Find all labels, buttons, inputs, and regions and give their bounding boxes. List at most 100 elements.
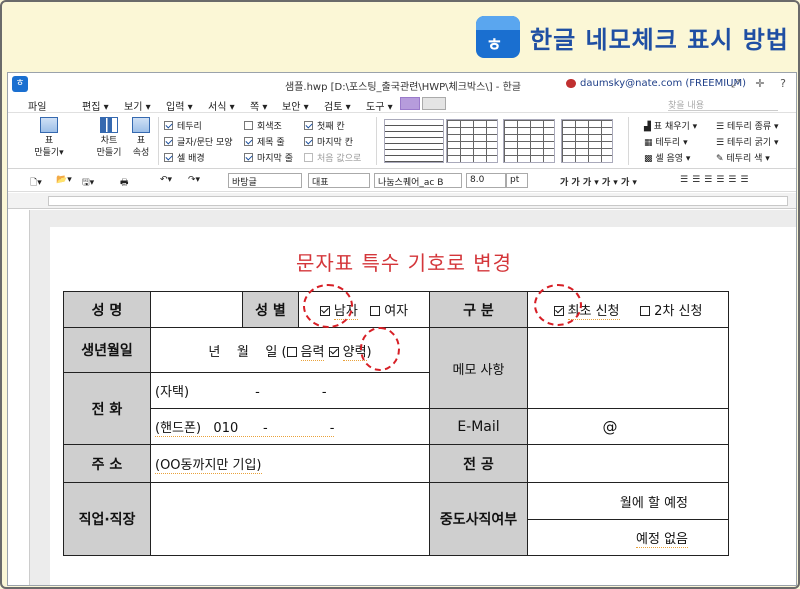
menu-view[interactable]: 보기 ▾ <box>124 98 151 113</box>
table-properties-icon <box>132 117 150 133</box>
window-controls[interactable]: ⤢ ✛ ? <box>731 77 792 91</box>
fill-table-button[interactable]: ▟ 표 채우기 ▾ <box>644 119 697 132</box>
reset-icon <box>304 153 313 162</box>
account-email[interactable]: daumsky@nate.com (FREEMIUM) <box>580 78 746 89</box>
option-last-col[interactable]: 마지막 칸 <box>304 135 353 148</box>
dropout-planned-cell[interactable]: 월에 할 예정 <box>527 482 729 520</box>
font-unit-select[interactable]: pt <box>506 173 528 188</box>
checked-box-icon[interactable] <box>328 346 339 357</box>
border-width-label: 테두리 굵기 ▾ <box>726 138 779 148</box>
checkbox-icon <box>304 137 313 146</box>
name-cell[interactable] <box>150 291 243 328</box>
account-icon[interactable] <box>566 79 576 88</box>
empty-box-icon[interactable] <box>286 346 297 357</box>
align-buttons[interactable]: ☰☰☰☰☰☰ <box>680 175 752 185</box>
job-cell[interactable] <box>150 482 430 556</box>
font-size-input[interactable]: 8.0 <box>466 173 506 188</box>
open-folder-icon[interactable]: 📂▾ <box>56 175 72 185</box>
dropout-none-text: 예정 없음 <box>636 532 688 548</box>
menu-file[interactable]: 파일 <box>28 98 46 113</box>
menu-tools[interactable]: 도구 ▾ <box>366 98 393 113</box>
menu-format[interactable]: 서식 ▾ <box>208 98 235 113</box>
border-width-icon: ☰ <box>716 138 727 148</box>
style-select[interactable]: 바탕글 <box>228 173 302 188</box>
ribbon: 표 만들기▾ 차트 만들기 표 속성 테두리 글자/문단 모양 셀 배경 회색조… <box>8 113 796 169</box>
ruler-scale <box>48 196 788 206</box>
address-label: 주 소 <box>63 444 151 483</box>
dropout-none-cell[interactable]: 예정 없음 <box>527 519 729 556</box>
option-header-row[interactable]: 제목 줄 <box>244 135 285 148</box>
major-cell[interactable] <box>527 444 729 483</box>
option-first-col[interactable]: 첫째 칸 <box>304 119 345 132</box>
table-style-4[interactable] <box>561 119 613 163</box>
ribbon-separator <box>158 117 159 165</box>
banner-title: 한글 네모체크 표시 방법 <box>530 26 789 54</box>
shade-icon: ▩ <box>644 154 656 164</box>
border-button[interactable]: ▦ 테두리 ▾ <box>644 135 688 148</box>
make-chart-label: 차트 만들기 <box>96 136 122 158</box>
undo-icon[interactable]: ↶▾ <box>160 175 172 185</box>
cell-shade-label: 셀 음영 ▾ <box>655 154 691 164</box>
female-option: 여자 <box>384 304 409 319</box>
email-cell[interactable]: @ <box>527 408 729 445</box>
cell-phone-cell[interactable]: (핸드폰) 010 - - <box>150 408 430 445</box>
save-icon[interactable]: 🖫▾ <box>82 175 94 191</box>
empty-box-icon[interactable] <box>370 306 381 316</box>
memo-label: 메모 사항 <box>429 327 528 409</box>
font-select[interactable]: 나눔스퀘어_ac B <box>374 173 462 188</box>
lunar-option: 음력 <box>300 344 325 361</box>
checkbox-icon <box>164 121 173 130</box>
table-style-2[interactable] <box>446 119 498 163</box>
menu-insert[interactable]: 입력 ▾ <box>166 98 193 113</box>
vertical-ruler[interactable] <box>16 210 30 585</box>
option-label: 제목 줄 <box>257 138 285 148</box>
language-select[interactable]: 대표 <box>308 173 370 188</box>
table-properties-button[interactable]: 표 속성 <box>126 117 156 159</box>
find-input[interactable]: 찾을 내용 <box>668 98 778 111</box>
border-icon: ▦ <box>644 138 656 148</box>
highlight-circle-solar <box>360 327 400 371</box>
checkbox-icon <box>244 137 253 146</box>
border-label: 테두리 ▾ <box>655 138 688 148</box>
address-cell[interactable]: (OO동까지만 기입) <box>150 444 430 483</box>
table-layout-tab-icon[interactable] <box>422 97 446 110</box>
print-icon[interactable]: 🖶 <box>120 175 129 191</box>
empty-box-icon[interactable] <box>640 306 651 316</box>
option-cell-bg[interactable]: 셀 배경 <box>164 151 205 164</box>
option-char-para[interactable]: 글자/문단 모양 <box>164 135 233 148</box>
border-width-button[interactable]: ☰ 테두리 굵기 ▾ <box>716 135 779 148</box>
option-grayscale[interactable]: 회색조 <box>244 119 282 132</box>
border-color-label: 테두리 색 ▾ <box>726 154 770 164</box>
border-color-button[interactable]: ✎ 테두리 색 ▾ <box>716 151 770 164</box>
memo-cell[interactable] <box>527 327 729 409</box>
option-border[interactable]: 테두리 <box>164 119 202 132</box>
menu-edit[interactable]: 편집 ▾ <box>82 98 109 113</box>
birthdate-text: 년 월 일 ( <box>208 344 287 360</box>
new-doc-icon[interactable]: 🗋▾ <box>30 175 42 191</box>
make-table-button[interactable]: 표 만들기▾ <box>32 117 66 159</box>
home-phone-cell[interactable]: (자택) - - <box>150 372 430 409</box>
table-style-1[interactable] <box>384 119 444 163</box>
option-last-row[interactable]: 마지막 줄 <box>244 151 293 164</box>
chart-icon <box>100 117 118 133</box>
make-chart-button[interactable]: 차트 만들기 <box>92 117 126 159</box>
menu-security[interactable]: 보안 ▾ <box>282 98 309 113</box>
option-label: 셀 배경 <box>177 154 205 164</box>
border-type-button[interactable]: ☰ 테두리 종류 ▾ <box>716 119 779 132</box>
reset-to-default[interactable]: 처음 값으로 <box>304 151 361 164</box>
application-form-table: 성 명 성 별 남자 여자 구 분 최초 신청 2차 신청 생년월일 년 월 일… <box>63 291 729 556</box>
table-design-tab-icon[interactable] <box>400 97 420 110</box>
table-style-3[interactable] <box>503 119 555 163</box>
table-icon <box>40 117 58 133</box>
horizontal-ruler[interactable] <box>8 193 796 209</box>
redo-icon[interactable]: ↷▾ <box>188 175 200 185</box>
ribbon-separator <box>628 117 629 165</box>
fill-icon: ▟ <box>644 122 654 132</box>
menu-page[interactable]: 쪽 ▾ <box>250 98 267 113</box>
cell-phone-text: (핸드폰) 010 - - <box>155 421 335 437</box>
text-style-buttons[interactable]: 가 가 가 ▾ 가 ▾ 가 ▾ <box>560 175 637 188</box>
menu-review[interactable]: 검토 ▾ <box>324 98 351 113</box>
option-label: 테두리 <box>177 122 202 132</box>
cell-shade-button[interactable]: ▩ 셀 음영 ▾ <box>644 151 690 164</box>
address-text: (OO동까지만 기입) <box>155 458 262 474</box>
